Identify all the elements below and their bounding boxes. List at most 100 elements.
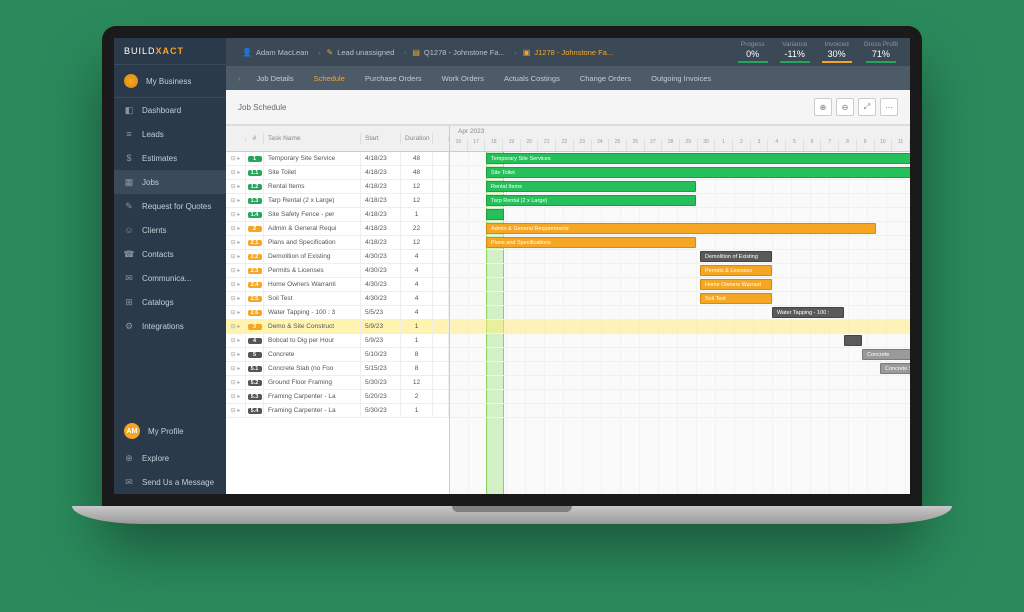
sidebar-item-dashboard[interactable]: ◧Dashboard [114,98,226,122]
task-row[interactable]: ⊟ ▸ 3 Demo & Site Construct 5/9/23 1 [226,320,449,334]
tab-work-orders[interactable]: Work Orders [432,68,494,89]
sidebar-item-contacts[interactable]: ☎Contacts [114,242,226,266]
task-start: 5/9/23 [361,320,401,333]
task-start: 4/18/23 [361,152,401,165]
task-row[interactable]: ⊟ ▸ 1.1 Site Toilet 4/18/23 48 [226,166,449,180]
sidebar-footer-explore[interactable]: ⊕Explore [114,446,226,470]
row-toggle-icon[interactable]: ⊟ ▸ [226,208,246,221]
tab-outgoing-invoices[interactable]: Outgoing Invoices [641,68,721,89]
row-toggle-icon[interactable]: ⊟ ▸ [226,348,246,361]
gantt-bar[interactable]: Water Tapping - 100 : [772,307,844,318]
task-row[interactable]: ⊟ ▸ 1.2 Rental Items 4/18/23 12 [226,180,449,194]
sidebar-item-request-for-quotes[interactable]: ✎Request for Quotes [114,194,226,218]
gantt-bar[interactable]: Site Toilet [486,167,910,178]
tab-schedule[interactable]: Schedule [304,68,355,89]
breadcrumb-item[interactable]: ▤Q1278 - Johnstone Fa... [404,44,512,61]
task-row[interactable]: ⊟ ▸ 1.4 Site Safety Fence - per 4/18/23 … [226,208,449,222]
gantt-bar[interactable]: Soil Test [700,293,772,304]
sidebar-item-catalogs[interactable]: ⊞Catalogs [114,290,226,314]
task-row[interactable]: ⊟ ▸ 1 Temporary Site Service 4/18/23 48 [226,152,449,166]
tab-job-details[interactable]: Job Details [247,68,304,89]
row-toggle-icon[interactable]: ⊟ ▸ [226,236,246,249]
sidebar-footer-my-profile[interactable]: AMMy Profile [114,416,226,446]
gantt-bar[interactable]: Home Owners Warrant [700,279,772,290]
task-duration: 4 [401,278,433,291]
breadcrumb-item[interactable]: 👤Adam MacLean [234,44,317,61]
gantt-bar[interactable]: Plans and Specifications [486,237,696,248]
gantt-bar[interactable]: Concrete Slab [880,363,910,374]
gantt-bar[interactable] [844,335,862,346]
breadcrumb-item[interactable]: ✎Lead unassigned [319,44,403,61]
task-start: 4/30/23 [361,250,401,263]
task-list-header: # Task Name Start Duration [226,126,449,152]
row-toggle-icon[interactable]: ⊟ ▸ [226,320,246,333]
task-row[interactable]: ⊟ ▸ 5.1 Concrete Slab (no Foo 5/15/23 8 [226,362,449,376]
task-duration: 4 [401,306,433,319]
row-toggle-icon[interactable]: ⊟ ▸ [226,306,246,319]
row-toggle-icon[interactable]: ⊟ ▸ [226,362,246,375]
row-toggle-icon[interactable]: ⊟ ▸ [226,376,246,389]
task-row[interactable]: ⊟ ▸ 5.3 Framing Carpenter - La 5/20/23 2 [226,390,449,404]
row-toggle-icon[interactable]: ⊟ ▸ [226,180,246,193]
zoom-out-button[interactable]: ⊖ [836,98,854,116]
gantt-bar[interactable]: Admin & General Requirements [486,223,876,234]
sidebar-item-clients[interactable]: ☺Clients [114,218,226,242]
row-toggle-icon[interactable]: ⊟ ▸ [226,250,246,263]
task-row[interactable]: ⊟ ▸ 2.2 Demolition of Existing 4/30/23 4 [226,250,449,264]
breadcrumb-item[interactable]: ▣J1278 - Johnstone Fa... [515,44,621,61]
task-row[interactable]: ⊟ ▸ 5 Concrete 5/10/23 8 [226,348,449,362]
gantt-bar[interactable]: Temporary Site Services [486,153,910,164]
row-toggle-icon[interactable]: ⊟ ▸ [226,166,246,179]
task-name: Demo & Site Construct [264,320,361,333]
task-row[interactable]: ⊟ ▸ 5.4 Framing Carpenter - La 5/30/23 1 [226,404,449,418]
kpi-label: Invoiced [822,41,852,48]
sidebar-item-integrations[interactable]: ⚙Integrations [114,314,226,338]
task-row[interactable]: ⊟ ▸ 5.2 Ground Floor Framing 5/30/23 12 [226,376,449,390]
row-toggle-icon[interactable]: ⊟ ▸ [226,334,246,347]
row-toggle-icon[interactable]: ⊟ ▸ [226,292,246,305]
panel-header: Job Schedule ⊕ ⊖ ⤢ ⋯ [226,90,910,125]
timeline-row [450,334,910,348]
gantt-bar[interactable]: Concrete [862,349,910,360]
task-row[interactable]: ⊟ ▸ 2.5 Soil Test 4/30/23 4 [226,292,449,306]
sidebar-item-label: Catalogs [142,298,174,307]
sidebar-item-jobs[interactable]: ▦Jobs [114,170,226,194]
sidebar-business[interactable]: My Business [114,65,226,98]
zoom-in-button[interactable]: ⊕ [814,98,832,116]
tab-purchase-orders[interactable]: Purchase Orders [355,68,432,89]
gantt-bar[interactable]: Demolition of Existing [700,251,772,262]
row-toggle-icon[interactable]: ⊟ ▸ [226,278,246,291]
task-row[interactable]: ⊟ ▸ 2.3 Permits & Licenses 4/30/23 4 [226,264,449,278]
sidebar-item-estimates[interactable]: $Estimates [114,146,226,170]
expand-button[interactable]: ⤢ [858,98,876,116]
tab-prev-icon[interactable]: ‹ [232,74,247,83]
task-row[interactable]: ⊟ ▸ 2 Admin & General Requi 4/18/23 22 [226,222,449,236]
timeline-row: Rental Items [450,180,910,194]
row-toggle-icon[interactable]: ⊟ ▸ [226,152,246,165]
task-row[interactable]: ⊟ ▸ 4 Bobcat to Dig per Hour 5/9/23 1 [226,334,449,348]
sidebar-item-leads[interactable]: ≡Leads [114,122,226,146]
gantt-bar[interactable]: Permits & Licenses [700,265,772,276]
tab-change-orders[interactable]: Change Orders [570,68,641,89]
task-badge: 2.3 [248,268,262,274]
gantt-bar[interactable]: Rental Items [486,181,696,192]
task-row[interactable]: ⊟ ▸ 2.4 Home Owners Warranti 4/30/23 4 [226,278,449,292]
footer-label: Explore [142,454,169,463]
sidebar-footer-send-us-a-message[interactable]: ✉Send Us a Message [114,470,226,494]
task-row[interactable]: ⊟ ▸ 2.1 Plans and Specification 4/18/23 … [226,236,449,250]
task-row[interactable]: ⊟ ▸ 1.3 Tarp Rental (2 x Large) 4/18/23 … [226,194,449,208]
gantt-timeline[interactable]: Apr 2023 1617181920212223242526272829301… [450,126,910,494]
tab-actuals-costings[interactable]: Actuals Costings [494,68,570,89]
row-toggle-icon[interactable]: ⊟ ▸ [226,264,246,277]
task-badge: 5.4 [248,408,262,414]
more-button[interactable]: ⋯ [880,98,898,116]
sidebar-icon: ▦ [124,177,134,187]
gantt-bar[interactable]: Tarp Rental (2 x Large) [486,195,696,206]
gantt-bar[interactable]: ndoor Plywood 1 [486,209,504,220]
row-toggle-icon[interactable]: ⊟ ▸ [226,390,246,403]
task-row[interactable]: ⊟ ▸ 2.6 Water Tapping - 100 : 3 5/5/23 4 [226,306,449,320]
row-toggle-icon[interactable]: ⊟ ▸ [226,404,246,417]
sidebar-item-communica-[interactable]: ✉Communica... [114,266,226,290]
row-toggle-icon[interactable]: ⊟ ▸ [226,194,246,207]
row-toggle-icon[interactable]: ⊟ ▸ [226,222,246,235]
